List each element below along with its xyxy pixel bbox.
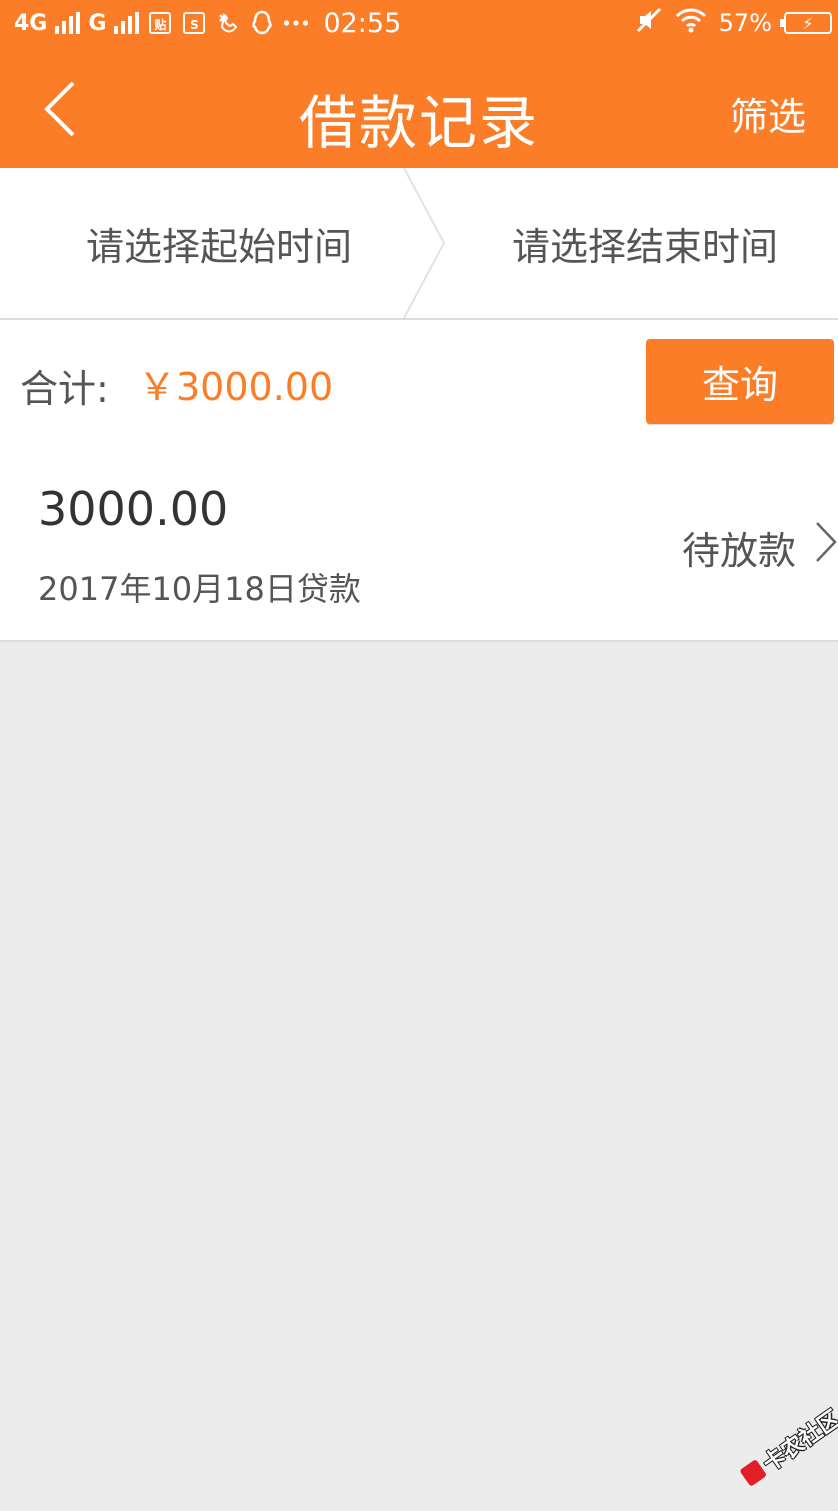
watermark-text: 卡农社区 (758, 1406, 838, 1478)
status-time: 02:55 (323, 7, 402, 39)
battery-charging-icon: ⚡ (780, 12, 832, 34)
status-bar: 4G G 贴 S 02:55 57% ⚡ (0, 0, 838, 46)
query-button[interactable]: 查询 (646, 339, 834, 424)
status-bar-left: 4G G 贴 S 02:55 (14, 6, 401, 40)
end-date-picker[interactable]: 请选择结束时间 (512, 168, 778, 318)
network-type-4g: 4G (14, 10, 48, 36)
header-bar: 借款记录 筛选 (0, 46, 838, 168)
missed-call-icon (215, 10, 241, 36)
arrow-divider-icon (403, 168, 446, 318)
filter-button[interactable]: 筛选 (730, 86, 806, 141)
chevron-right-icon (816, 522, 837, 562)
summary-bar: 合计: ￥3000.00 查询 (0, 320, 838, 440)
loan-record-item[interactable]: 3000.00 2017年10月18日贷款 待放款 (0, 440, 838, 642)
record-date: 2017年10月18日贷款 (38, 570, 361, 608)
start-date-picker[interactable]: 请选择起始时间 (86, 168, 352, 318)
tieba-icon: 贴 (147, 10, 173, 36)
page-title: 借款记录 (298, 89, 539, 157)
total-amount: ￥3000.00 (138, 365, 334, 409)
signal-bars-icon-2 (114, 12, 140, 34)
date-range-selector: 请选择起始时间 请选择结束时间 (0, 168, 838, 320)
more-dots-icon (283, 10, 309, 36)
mute-icon (635, 6, 663, 40)
signal-bars-icon (55, 12, 81, 34)
record-amount: 3000.00 (38, 482, 229, 536)
network-type-g: G (88, 10, 107, 36)
community-watermark: 卡农社区 (722, 1389, 838, 1511)
screenshot-icon: S (181, 10, 207, 36)
wifi-icon (675, 7, 707, 39)
status-bar-right: 57% ⚡ (635, 6, 832, 40)
qq-icon (249, 10, 275, 36)
total-label: 合计: (20, 367, 109, 411)
record-status: 待放款 (682, 529, 797, 573)
battery-percent: 57% (718, 9, 772, 37)
